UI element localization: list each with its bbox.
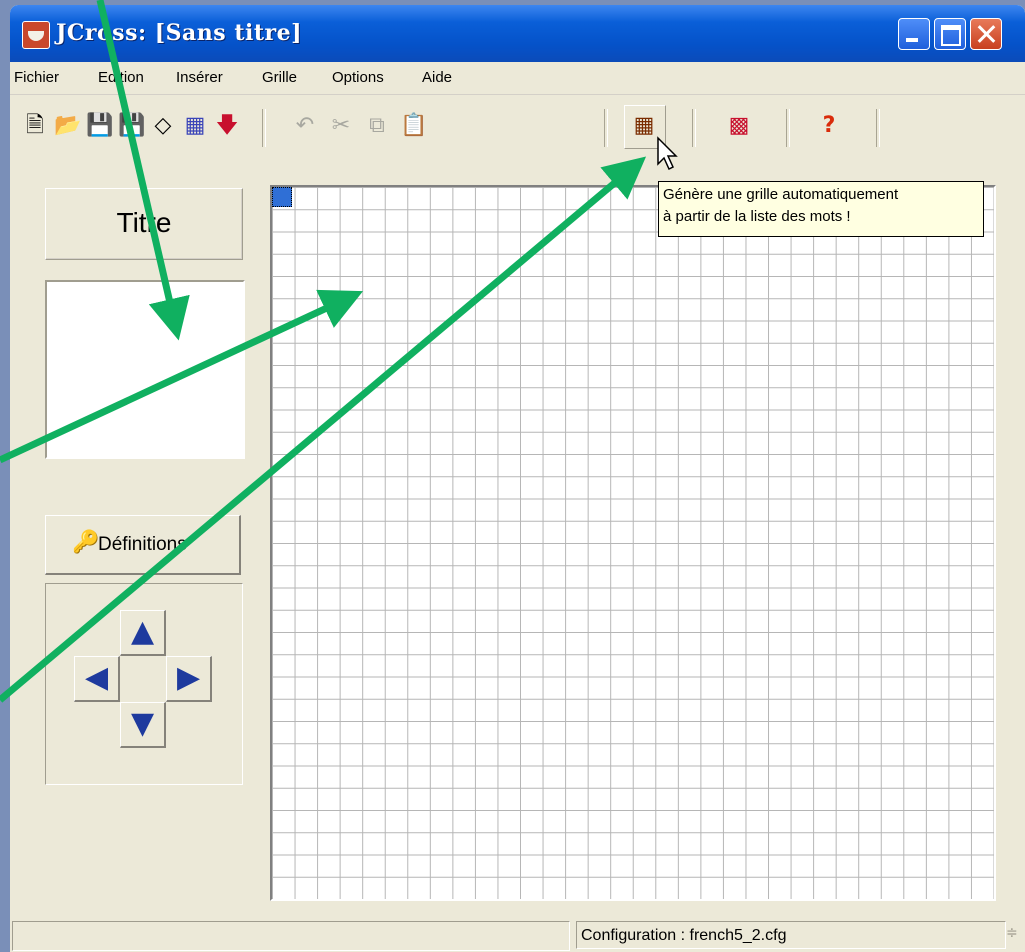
key-icon: 🔑	[72, 530, 100, 555]
toolbar-separator	[604, 109, 608, 147]
toolbar-separator	[692, 109, 696, 147]
arrow-left-button[interactable]: ◀	[74, 656, 120, 702]
title-text-area[interactable]	[45, 280, 245, 459]
paste-icon[interactable]: 📋	[400, 113, 427, 139]
title-bar[interactable]: JCross: [Sans titre]	[10, 5, 1025, 62]
save-icon[interactable]: 💾	[86, 113, 113, 139]
status-panel-left	[12, 921, 570, 951]
menu-bar: Fichier Edition Insérer Grille Options A…	[10, 62, 1025, 95]
red-arrow-icon[interactable]: 🡇	[214, 113, 240, 139]
tooltip-line-1: Génère une grille automatiquement	[663, 186, 899, 203]
menu-grille[interactable]: Grille	[262, 69, 297, 86]
toolbar-separator	[876, 109, 880, 147]
status-config: Configuration : french5_2.cfg	[576, 921, 1006, 949]
open-folder-icon[interactable]: 📂	[54, 113, 81, 139]
app-icon[interactable]	[22, 21, 50, 49]
arrow-down-button[interactable]: ▼	[120, 702, 166, 748]
toolbar-separator	[262, 109, 266, 147]
eraser-icon[interactable]: ◇	[150, 113, 176, 139]
crossword-grid[interactable]	[270, 185, 996, 901]
tooltip: Génère une grille automatiquement à part…	[658, 181, 984, 237]
web-export-icon[interactable]: ▦	[182, 113, 208, 139]
definitions-button[interactable]: 🔑 Définitions	[45, 515, 241, 575]
menu-aide[interactable]: Aide	[422, 69, 452, 86]
arrow-up-button[interactable]: ▲	[120, 610, 166, 656]
menu-fichier[interactable]: Fichier	[14, 69, 59, 86]
menu-edition[interactable]: Edition	[98, 69, 144, 86]
close-button[interactable]	[970, 18, 1002, 50]
toolbar: 🗎 📂 💾 💾 ◇ ▦ 🡇 ↶ ✂ ⧉ 📋 ▦ ▩ ?	[10, 95, 1025, 175]
definitions-label: Définitions	[98, 534, 187, 555]
palette-icon[interactable]: ▩	[726, 113, 752, 139]
app-window: JCross: [Sans titre] Fichier Edition Ins…	[10, 5, 1025, 952]
mouse-cursor-icon	[657, 136, 678, 171]
cut-icon[interactable]: ✂	[328, 113, 354, 139]
maximize-button[interactable]	[934, 18, 966, 50]
selected-cell[interactable]	[272, 187, 292, 207]
titre-label: Titre	[116, 207, 172, 238]
arrow-right-button[interactable]: ▶	[166, 656, 212, 702]
minimize-button[interactable]	[898, 18, 930, 50]
direction-panel: ▲ ◀ ▶ ▼	[45, 583, 243, 785]
resize-grip-icon[interactable]: ≑	[1006, 925, 1022, 949]
save-as-icon[interactable]: 💾	[118, 113, 145, 139]
menu-inserer[interactable]: Insérer	[176, 69, 223, 86]
titre-panel[interactable]: Titre	[45, 188, 243, 260]
toolbar-separator	[786, 109, 790, 147]
undo-icon[interactable]: ↶	[292, 113, 318, 139]
window-title: JCross: [Sans titre]	[56, 20, 303, 46]
menu-options[interactable]: Options	[332, 69, 384, 86]
help-icon[interactable]: ?	[816, 113, 842, 139]
copy-icon[interactable]: ⧉	[364, 113, 390, 139]
new-file-icon[interactable]: 🗎	[22, 113, 48, 139]
generate-grid-icon[interactable]: ▦	[631, 113, 657, 139]
tooltip-line-2: à partir de la liste des mots !	[663, 208, 851, 225]
status-bar: Configuration : french5_2.cfg	[10, 918, 1025, 952]
